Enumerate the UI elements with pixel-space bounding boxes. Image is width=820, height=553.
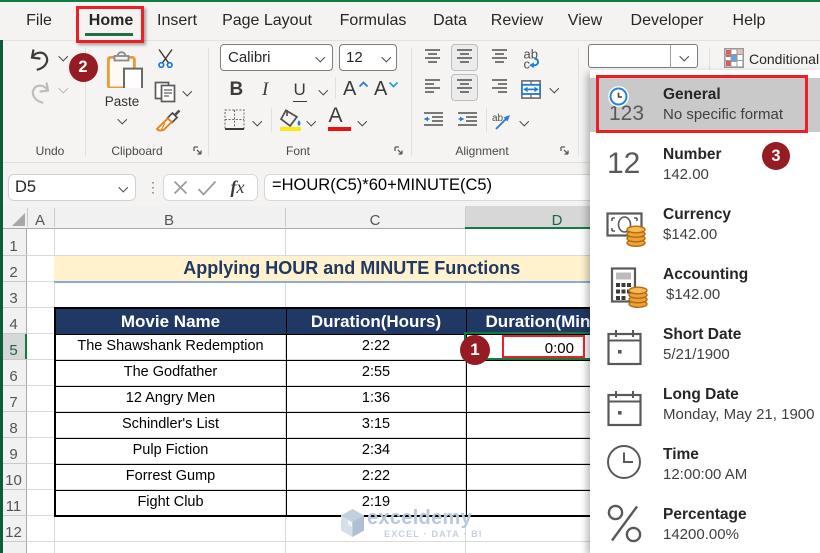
svg-text:c: c	[524, 56, 531, 69]
